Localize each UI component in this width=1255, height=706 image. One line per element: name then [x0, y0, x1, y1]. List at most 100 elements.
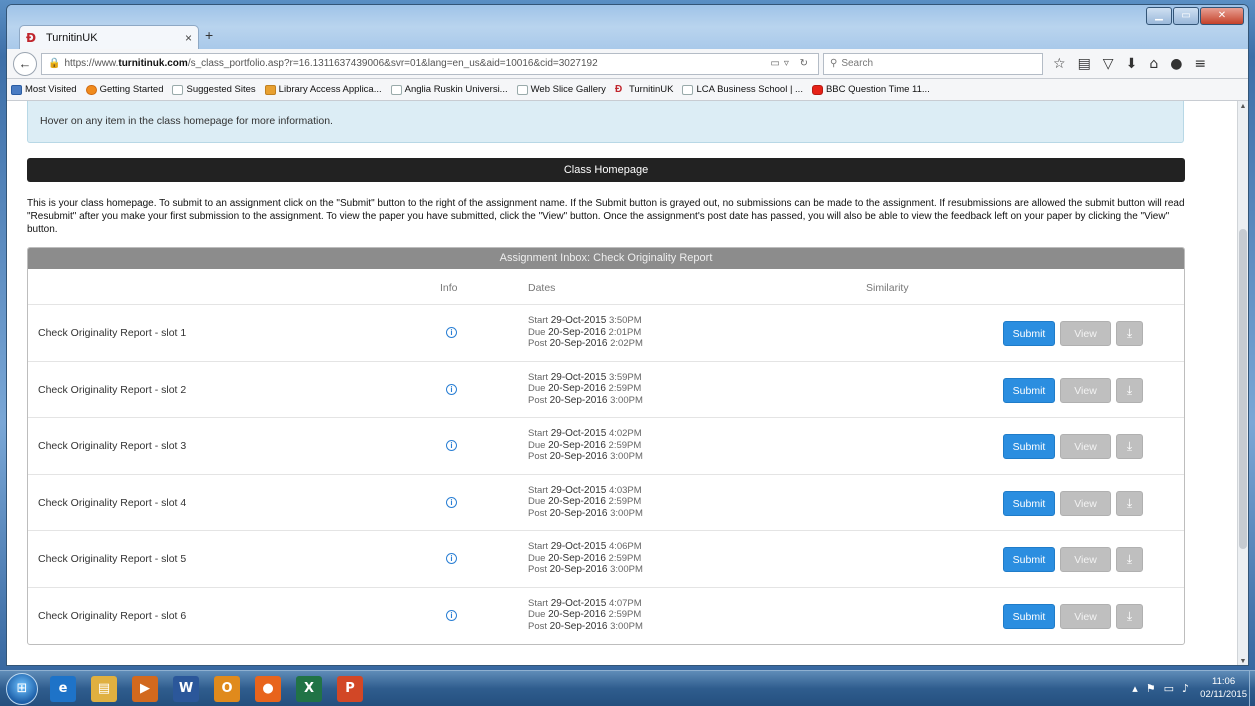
back-button[interactable]: ←	[13, 51, 37, 76]
download-button[interactable]: ⤓	[1116, 377, 1143, 403]
due-date: 20-Sep-2016	[548, 439, 606, 451]
page-content: Hover on any item in the class homepage …	[7, 101, 1239, 665]
assignment-dates: Start 29-Oct-2015 3:59PM Due 20-Sep-2016 …	[528, 372, 643, 407]
url-path: /s_class_portfolio.asp?r=16.131163743900…	[187, 58, 598, 69]
minimize-button[interactable]: ▁	[1146, 7, 1172, 25]
view-button[interactable]: View	[1060, 547, 1111, 573]
lock-icon: 🔒	[48, 58, 61, 69]
taskbar-app-excel-icon[interactable]: X	[296, 676, 322, 702]
due-date: 20-Sep-2016	[548, 609, 606, 621]
due-label: Due	[528, 383, 546, 395]
due-time: 2:59PM	[608, 496, 642, 508]
page-scrollbar[interactable]: ▲ ▼	[1237, 101, 1248, 665]
address-bar[interactable]: 🔒 https://www. turnitinuk.com/s_class_por…	[41, 52, 819, 75]
view-button[interactable]: View	[1060, 434, 1111, 460]
scroll-thumb[interactable]	[1239, 229, 1247, 549]
due-time: 2:59PM	[608, 552, 642, 564]
bookmark-web-slice-gallery[interactable]: Web Slice Gallery	[516, 84, 606, 95]
submit-button[interactable]: Submit	[1003, 377, 1055, 403]
bookmarks-list-icon[interactable]: ▤	[1078, 56, 1091, 72]
assignment-inbox: Assignment Inbox: Check Originality Repo…	[27, 247, 1185, 645]
info-icon[interactable]: i	[446, 440, 457, 452]
taskbar-app-explorer-icon[interactable]: ▤	[91, 676, 117, 702]
start-date: 29-Oct-2015	[550, 484, 607, 496]
start-date: 29-Oct-2015	[550, 597, 607, 609]
title-bar: Ð TurnitinUK × + ▁ ▭ ✕	[7, 5, 1248, 49]
bookmark-suggested-sites[interactable]: Suggested Sites	[172, 84, 256, 95]
column-header-dates: Dates	[528, 282, 556, 294]
system-tray-icons[interactable]: ▴⚑▭♪	[1132, 682, 1197, 695]
start-button[interactable]: ⊞	[6, 673, 38, 705]
maximize-button[interactable]: ▭	[1173, 7, 1199, 25]
submit-button[interactable]: Submit	[1003, 321, 1055, 346]
download-icon[interactable]: ⬇	[1126, 56, 1138, 72]
taskbar-app-outlook-icon[interactable]: O	[214, 676, 240, 702]
firefox-icon	[85, 84, 97, 95]
bookmark-label: Getting Started	[99, 84, 164, 95]
info-icon[interactable]: i	[446, 383, 457, 395]
post-date: 20-Sep-2016	[549, 338, 608, 349]
due-time: 2:01PM	[608, 326, 642, 338]
bookmark-most-visited[interactable]: Most Visited	[11, 84, 77, 95]
search-bar[interactable]: ⚲ Search	[823, 52, 1043, 75]
assignment-title: Check Originality Report - slot 1	[38, 327, 187, 339]
submit-button[interactable]: Submit	[1003, 490, 1055, 516]
download-button[interactable]: ⤓	[1116, 603, 1143, 629]
download-button[interactable]: ⤓	[1116, 547, 1143, 573]
post-time: 3:00PM	[610, 620, 643, 632]
bookmark-turnitinuk[interactable]: Ð TurnitinUK	[615, 84, 674, 95]
taskbar-app-media-icon[interactable]: ▶	[132, 676, 158, 702]
post-time: 3:00PM	[610, 564, 643, 576]
post-label: Post	[528, 338, 548, 349]
scroll-down-icon[interactable]: ▼	[1239, 658, 1247, 665]
post-date: 20-Sep-2016	[549, 394, 608, 406]
view-button[interactable]: View	[1060, 321, 1111, 346]
taskbar-app-powerpoint-icon[interactable]: P	[337, 676, 363, 702]
view-button[interactable]: View	[1060, 490, 1111, 516]
start-time: 4:06PM	[608, 541, 642, 553]
due-label: Due	[528, 609, 546, 621]
menu-icon[interactable]: ≡	[1194, 56, 1206, 72]
new-tab-button[interactable]: +	[205, 27, 213, 43]
submit-button[interactable]: Submit	[1003, 547, 1055, 573]
assignment-title: Check Originality Report - slot 3	[38, 440, 187, 453]
assignment-title: Check Originality Report - slot 4	[38, 496, 187, 509]
taskbar-app-word-icon[interactable]: W	[173, 676, 199, 702]
bookmark-label: Most Visited	[25, 84, 77, 95]
tab-turnitinuk[interactable]: Ð TurnitinUK ×	[19, 25, 199, 49]
start-label: Start	[528, 428, 549, 440]
clock-time: 11:06	[1212, 676, 1236, 687]
view-button[interactable]: View	[1060, 377, 1111, 403]
most-visited-icon	[11, 84, 22, 95]
clock[interactable]: 11:06 02/11/2015	[1200, 675, 1247, 701]
taskbar: ⊞ e ▤ ▶ W O ● X P ▴⚑▭♪ 11:06 02/11/2015	[0, 670, 1255, 706]
taskbar-app-ie-icon[interactable]: e	[50, 676, 76, 702]
view-button[interactable]: View	[1060, 603, 1111, 629]
bookmark-lca-business-school[interactable]: LCA Business School | ...	[682, 84, 803, 95]
bookmark-bbc-question-time[interactable]: BBC Question Time 11...	[811, 84, 930, 95]
bookmark-library-access[interactable]: Library Access Applica...	[264, 84, 382, 95]
info-icon[interactable]: i	[446, 553, 457, 565]
info-icon[interactable]: i	[446, 327, 457, 338]
submit-button[interactable]: Submit	[1003, 434, 1055, 460]
scroll-up-icon[interactable]: ▲	[1239, 103, 1247, 110]
pocket-icon[interactable]: ▽	[1103, 56, 1114, 72]
download-button[interactable]: ⤓	[1116, 321, 1143, 346]
chat-icon[interactable]: ●	[1170, 56, 1182, 72]
home-icon[interactable]: ⌂	[1149, 56, 1158, 72]
start-date: 29-Oct-2015	[550, 428, 607, 440]
bookmark-anglia-ruskin[interactable]: Anglia Ruskin Universi...	[390, 84, 508, 95]
close-window-button[interactable]: ✕	[1200, 7, 1244, 25]
bookmark-label: LCA Business School | ...	[696, 84, 803, 95]
bookmark-star-icon[interactable]: ☆	[1053, 56, 1066, 72]
info-icon[interactable]: i	[446, 609, 457, 621]
info-icon[interactable]: i	[446, 496, 457, 508]
submit-button[interactable]: Submit	[1003, 603, 1055, 629]
taskbar-app-firefox-icon[interactable]: ●	[255, 676, 281, 702]
download-button[interactable]: ⤓	[1116, 434, 1143, 460]
bookmark-getting-started[interactable]: Getting Started	[85, 84, 164, 95]
tab-close-icon[interactable]: ×	[185, 31, 192, 45]
show-desktop-button[interactable]	[1249, 671, 1255, 706]
reader-reload-icons[interactable]: ▭▿ ↻	[770, 58, 812, 69]
download-button[interactable]: ⤓	[1116, 490, 1143, 516]
